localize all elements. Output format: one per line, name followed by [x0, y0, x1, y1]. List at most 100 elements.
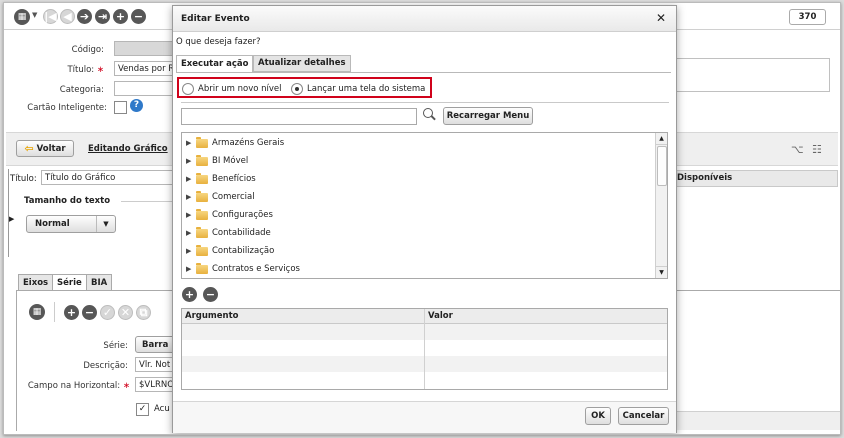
voltar-button[interactable]: ⇦ Voltar [16, 140, 74, 157]
expand-arrow-icon[interactable]: ▶ [186, 247, 195, 255]
ok-button[interactable]: OK [585, 407, 611, 425]
search-icon[interactable] [422, 107, 436, 121]
titulo-field[interactable]: Vendas por R [114, 61, 174, 76]
tree-item-label: Configurações [212, 210, 273, 220]
expand-arrow-icon[interactable]: ▶ [186, 211, 195, 219]
serie-grid-icon[interactable]: ▦ [29, 304, 45, 320]
first-record-icon[interactable]: |◀ [43, 9, 58, 24]
tab-eixos[interactable]: Eixos [18, 274, 54, 291]
arguments-table: Argumento Valor [181, 308, 668, 390]
required-mark: ∗ [122, 381, 130, 391]
codigo-field[interactable] [114, 41, 174, 56]
copy-serie-icon[interactable]: ⧉ [136, 305, 151, 320]
tree-item-label: Comercial [212, 192, 255, 202]
descricao-label: Descrição: [83, 361, 128, 371]
add-serie-icon[interactable]: + [64, 305, 79, 320]
previous-record-icon[interactable]: ◀ [60, 9, 75, 24]
tree-scrollbar[interactable]: ▲ ▼ [655, 133, 667, 278]
menu-tree: ▶ Armazéns Gerais ▶ BI Móvel ▶ Benefícios ▶… [181, 132, 668, 279]
tree-view-icon[interactable]: ⌥ [791, 143, 804, 156]
last-record-icon[interactable]: ⇥ [95, 9, 110, 24]
expand-arrow-icon[interactable]: ▶ [186, 157, 195, 165]
folder-icon [196, 154, 208, 166]
campo-horizontal-field[interactable]: $VLRNO [135, 377, 175, 392]
tree-item[interactable]: ▶ Benefícios [186, 171, 256, 187]
add-argument-icon[interactable]: + [182, 287, 197, 302]
tamanho-select-value: Normal [35, 219, 70, 229]
tree-item[interactable]: ▶ Configurações [186, 207, 273, 223]
tree-item-label: BI Móvel [212, 156, 249, 166]
remove-argument-icon[interactable]: − [203, 287, 218, 302]
column-header-argumento: Argumento [185, 311, 239, 321]
radio-dot [295, 87, 299, 91]
tab-executar-acao[interactable]: Executar ação [176, 55, 254, 72]
chart-titulo-label: Título: [10, 174, 37, 184]
scroll-thumb[interactable] [657, 146, 667, 186]
tree-item[interactable]: ▶ Comercial [186, 189, 255, 205]
tree-item-label: Benefícios [212, 174, 256, 184]
expand-arrow-icon[interactable]: ▶ [186, 139, 195, 147]
tab-divider [176, 72, 671, 73]
radio-lancar-tela-label: Lançar uma tela do sistema [307, 84, 426, 94]
tree-item[interactable]: ▶ Armazéns Gerais [186, 135, 284, 151]
add-record-icon[interactable]: + [113, 9, 128, 24]
acumular-checkbox[interactable]: ✓ [136, 403, 149, 416]
required-mark: ∗ [96, 65, 104, 75]
tab-atualizar-detalhes[interactable]: Atualizar detalhes [253, 55, 351, 72]
tree-item-label: Armazéns Gerais [212, 138, 285, 148]
expand-arrow-icon[interactable]: ▶ [186, 265, 195, 273]
scroll-up-icon[interactable]: ▲ [656, 133, 667, 145]
chart-titulo-field[interactable]: Título do Gráfico [41, 170, 173, 185]
tree-item[interactable]: ▶ Contabilização [186, 243, 274, 259]
tab-serie[interactable]: Série [52, 274, 87, 291]
scroll-down-icon[interactable]: ▼ [656, 266, 667, 278]
cartao-checkbox[interactable] [114, 101, 127, 114]
search-icon-handle [431, 115, 436, 121]
folder-icon [196, 244, 208, 256]
expand-arrow-icon[interactable]: ▶ [186, 193, 195, 201]
list-view-icon[interactable]: ☷ [812, 143, 822, 156]
tree-item[interactable]: ▶ BI Móvel [186, 153, 248, 169]
cancelar-button[interactable]: Cancelar [618, 407, 669, 425]
serie-label: Série: [103, 341, 128, 351]
description-area[interactable] [676, 58, 830, 92]
folder-icon [196, 136, 208, 148]
folder-icon [196, 226, 208, 238]
serie-select[interactable]: Barra [135, 336, 175, 353]
descricao-field[interactable]: Vlr. Not [135, 357, 175, 372]
radio-novo-nivel[interactable] [182, 83, 194, 95]
menu-search-input[interactable] [181, 108, 417, 125]
remove-record-icon[interactable]: − [131, 9, 146, 24]
radio-lancar-tela[interactable] [291, 83, 303, 95]
expand-arrow-icon[interactable]: ▶ [186, 175, 195, 183]
tamanho-label: Tamanho do texto [24, 196, 111, 206]
tree-item[interactable]: ▶ Contratos e Serviços [186, 261, 300, 277]
folder-icon [196, 190, 208, 202]
folder-icon [196, 262, 208, 274]
dialog-titlebar: Editar Evento ✕ [173, 6, 676, 32]
dialog-title: Editar Evento [181, 14, 250, 24]
tree-item-label: Contratos e Serviços [212, 264, 300, 274]
tree-item[interactable]: ▶ Contabilidade [186, 225, 271, 241]
recarregar-menu-button[interactable]: Recarregar Menu [443, 107, 533, 125]
expand-arrow-icon[interactable]: ▶ [186, 229, 195, 237]
categoria-field[interactable] [114, 81, 174, 96]
cancel-serie-icon[interactable]: ✕ [118, 305, 133, 320]
editando-grafico-link[interactable]: Editando Gráfico [88, 144, 168, 154]
remove-serie-icon[interactable]: − [82, 305, 97, 320]
expand-arrow-icon[interactable]: ▶ [9, 215, 14, 223]
chevron-down-icon[interactable]: ▼ [32, 11, 37, 19]
tree-item-label: Contabilidade [212, 228, 271, 238]
tamanho-select[interactable]: Normal ▼ [26, 215, 116, 233]
grid-menu-icon[interactable]: ▦ [14, 9, 30, 25]
bottom-bar [676, 411, 840, 430]
record-counter: 370 [789, 9, 826, 25]
help-icon[interactable]: ? [130, 99, 143, 112]
close-icon[interactable]: ✕ [656, 11, 666, 25]
confirm-serie-icon[interactable]: ✓ [100, 305, 115, 320]
tamanho-divider [121, 201, 173, 202]
cartao-label: Cartão Inteligente: [27, 103, 107, 113]
tab-bia[interactable]: BIA [86, 274, 113, 291]
next-record-icon[interactable]: ➔ [77, 9, 92, 24]
toolbar-separator [54, 302, 55, 322]
